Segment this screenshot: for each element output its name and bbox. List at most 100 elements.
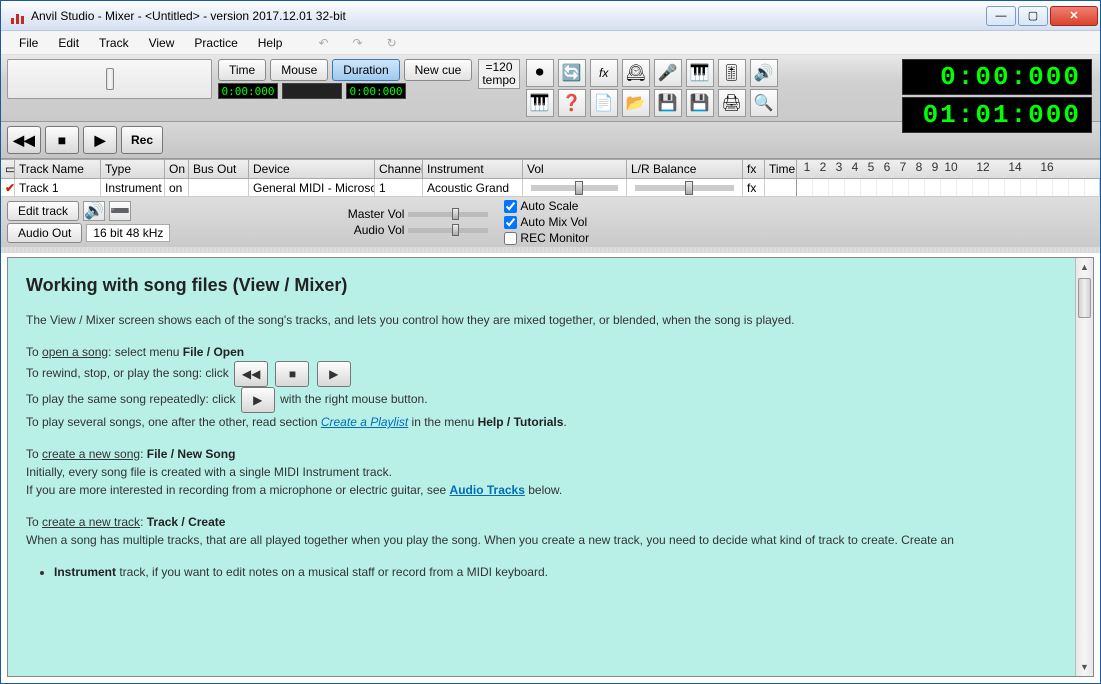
- help-pane: Working with song files (View / Mixer) T…: [7, 257, 1094, 677]
- col-instrument[interactable]: Instrument: [423, 160, 523, 178]
- tuner-icon[interactable]: 🎤: [654, 59, 682, 87]
- menu-practice[interactable]: Practice: [184, 34, 247, 52]
- fx-icon[interactable]: fx: [590, 59, 618, 87]
- mouse-button[interactable]: Mouse: [270, 59, 328, 81]
- time-counter: 0:00:000: [218, 83, 278, 99]
- app-icon: [9, 8, 25, 24]
- col-trackname[interactable]: Track Name: [15, 160, 101, 178]
- elapsed-time: 0:00:000: [902, 59, 1092, 95]
- position-time: 01:01:000: [902, 97, 1092, 133]
- track-timeline[interactable]: [797, 179, 1100, 196]
- audio-format[interactable]: 16 bit 48 kHz: [86, 224, 170, 242]
- edit-track-button[interactable]: Edit track: [7, 201, 79, 221]
- col-select[interactable]: ▭: [1, 160, 15, 178]
- cell-fx[interactable]: fx: [743, 179, 765, 196]
- timeline-ruler: 12345678910121416: [797, 160, 1100, 178]
- cell-type[interactable]: Instrument: [101, 179, 165, 196]
- audio-tracks-link[interactable]: Audio Tracks: [450, 483, 525, 497]
- col-fx[interactable]: fx: [743, 160, 765, 178]
- track-enabled-icon[interactable]: ✔: [5, 181, 15, 195]
- create-playlist-link[interactable]: Create a Playlist: [321, 415, 408, 429]
- cell-on[interactable]: on: [165, 179, 189, 196]
- audio-vol-slider[interactable]: [408, 228, 488, 233]
- close-button[interactable]: ✕: [1050, 6, 1098, 26]
- note-speaker-icon[interactable]: 🔊: [750, 59, 778, 87]
- open-folder-icon[interactable]: 📂: [622, 89, 650, 117]
- cell-time[interactable]: [765, 179, 797, 196]
- menu-file[interactable]: File: [9, 34, 48, 52]
- tempo-box[interactable]: =120 tempo: [478, 59, 519, 89]
- col-device[interactable]: Device: [249, 160, 375, 178]
- col-type[interactable]: Type: [101, 160, 165, 178]
- cell-vol-slider[interactable]: [523, 179, 627, 196]
- help-rewind-icon: ◀◀: [234, 361, 268, 387]
- menubar: File Edit Track View Practice Help ↶ ↷ ↻: [1, 31, 1100, 55]
- track-list-header: ▭ Track Name Type On Bus Out Device Chan…: [1, 159, 1100, 179]
- titlebar: Anvil Studio - Mixer - <Untitled> - vers…: [1, 1, 1100, 31]
- menu-view[interactable]: View: [139, 34, 185, 52]
- save-as-icon[interactable]: 💾: [686, 89, 714, 117]
- col-time[interactable]: Time: [765, 160, 797, 178]
- help-icon[interactable]: ❓: [558, 89, 586, 117]
- cell-busout[interactable]: [189, 179, 249, 196]
- mixer-controls: Edit track 🔊 ➖ Audio Out 16 bit 48 kHz M…: [1, 197, 1100, 247]
- overview-scrollbar[interactable]: [7, 59, 212, 99]
- zoom-icon[interactable]: 🔍: [750, 89, 778, 117]
- maximize-button[interactable]: ▢: [1018, 6, 1048, 26]
- time-button[interactable]: Time: [218, 59, 266, 81]
- col-busout[interactable]: Bus Out: [189, 160, 249, 178]
- col-balance[interactable]: L/R Balance: [627, 160, 743, 178]
- cell-balance-slider[interactable]: [627, 179, 743, 196]
- play-button[interactable]: ▶: [83, 126, 117, 154]
- print-icon[interactable]: 🖨: [718, 89, 746, 117]
- new-cue-button[interactable]: New cue: [404, 59, 473, 81]
- speaker-icon[interactable]: 🔊: [83, 201, 105, 221]
- cell-channel[interactable]: 1: [375, 179, 423, 196]
- sliders-icon[interactable]: 🎚: [718, 59, 746, 87]
- menu-help[interactable]: Help: [248, 34, 293, 52]
- rewind-button[interactable]: ◀◀: [7, 126, 41, 154]
- col-vol[interactable]: Vol: [523, 160, 627, 178]
- menu-edit[interactable]: Edit: [48, 34, 89, 52]
- repeat-icon[interactable]: ↻: [377, 34, 407, 52]
- help-play-icon-2: ▶: [241, 387, 275, 413]
- cell-device[interactable]: General MIDI - Microso: [249, 179, 375, 196]
- scroll-down-icon[interactable]: ▼: [1076, 658, 1093, 676]
- master-vol-slider[interactable]: [408, 212, 488, 217]
- auto-mix-checkbox[interactable]: Auto Mix Vol: [504, 215, 589, 229]
- stop-button[interactable]: ■: [45, 126, 79, 154]
- help-heading: Working with song files (View / Mixer): [26, 272, 1057, 299]
- piano-icon[interactable]: 🎹: [526, 89, 554, 117]
- save-icon[interactable]: 💾: [654, 89, 682, 117]
- help-stop-icon: ■: [275, 361, 309, 387]
- sync-icon[interactable]: 🔄: [558, 59, 586, 87]
- minimize-button[interactable]: —: [986, 6, 1016, 26]
- scroll-up-icon[interactable]: ▲: [1076, 258, 1093, 276]
- audio-out-button[interactable]: Audio Out: [7, 223, 82, 243]
- new-file-icon[interactable]: 📄: [590, 89, 618, 117]
- window-title: Anvil Studio - Mixer - <Untitled> - vers…: [31, 9, 984, 23]
- mute-icon[interactable]: ➖: [109, 201, 131, 221]
- duration-counter: 0:00:000: [346, 83, 406, 99]
- track-row[interactable]: ✔ Track 1 Instrument on General MIDI - M…: [1, 179, 1100, 197]
- list-item: Instrument track, if you want to edit no…: [54, 563, 1057, 581]
- keyboard-icon[interactable]: 🎹: [686, 59, 714, 87]
- duration-button[interactable]: Duration: [332, 59, 399, 81]
- col-channel[interactable]: Channel: [375, 160, 423, 178]
- metronome-icon[interactable]: 🕰: [622, 59, 650, 87]
- record-icon[interactable]: ⏺: [526, 59, 554, 87]
- app-window: Anvil Studio - Mixer - <Untitled> - vers…: [0, 0, 1101, 684]
- menu-track[interactable]: Track: [89, 34, 139, 52]
- redo-icon[interactable]: ↷: [343, 34, 373, 52]
- time-displays: 0:00:000 01:01:000: [902, 59, 1092, 133]
- col-on[interactable]: On: [165, 160, 189, 178]
- help-scrollbar[interactable]: ▲ ▼: [1075, 258, 1093, 676]
- auto-scale-checkbox[interactable]: Auto Scale: [504, 199, 589, 213]
- record-button[interactable]: Rec: [121, 126, 163, 154]
- help-play-icon: ▶: [317, 361, 351, 387]
- undo-icon[interactable]: ↶: [308, 34, 338, 52]
- cell-trackname[interactable]: Track 1: [15, 179, 101, 196]
- rec-monitor-checkbox[interactable]: REC Monitor: [504, 231, 589, 245]
- scroll-thumb[interactable]: [1078, 278, 1091, 318]
- cell-instrument[interactable]: Acoustic Grand: [423, 179, 523, 196]
